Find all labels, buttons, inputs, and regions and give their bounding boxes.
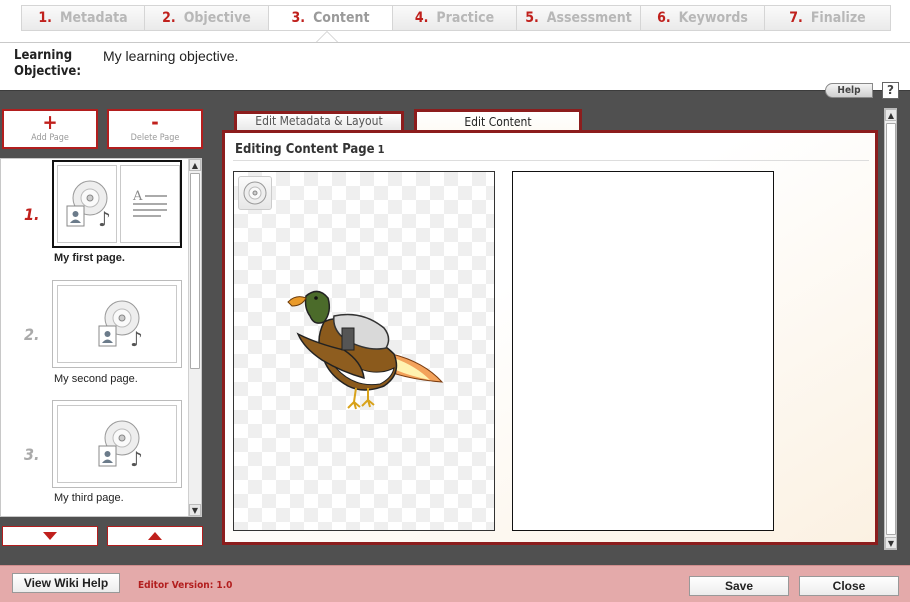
text-thumbnail: A: [120, 165, 180, 243]
media-icon: ♪: [98, 420, 143, 471]
page-number: 2.: [24, 325, 40, 344]
scrollbar-thumb[interactable]: [190, 173, 200, 369]
objective-label: Learning Objective:: [14, 48, 82, 79]
step-number: 5.: [525, 10, 539, 26]
step-label: Content: [313, 10, 370, 26]
page-list-scrollbar[interactable]: ▲ ▼: [188, 159, 201, 516]
text-content-area[interactable]: [512, 171, 774, 531]
delete-page-label: Delete Page: [130, 133, 180, 143]
step-tabs: 1. Metadata 2. Objective 3. Content 4. Pract…: [21, 5, 891, 31]
scroll-up-arrow-icon[interactable]: ▲: [189, 159, 201, 171]
save-button[interactable]: Save: [689, 576, 789, 596]
page-thumbnail-1[interactable]: ♪ A: [52, 160, 182, 248]
step-content[interactable]: 3. Content: [269, 5, 393, 31]
help-button[interactable]: Help: [825, 83, 873, 98]
step-number: 3.: [291, 10, 306, 26]
page-title: My second page.: [54, 373, 138, 385]
step-label: Assessment: [546, 10, 632, 26]
delete-page-button[interactable]: - Delete Page: [107, 109, 203, 149]
svg-text:♪: ♪: [130, 327, 143, 351]
step-label: Objective: [183, 10, 251, 26]
step-objective[interactable]: 2. Objective: [145, 5, 269, 31]
help-question-icon[interactable]: ?: [882, 82, 899, 99]
page-title: My first page.: [54, 252, 125, 264]
content-editor-panel: Editing Content Page 1: [222, 130, 878, 545]
page-title: My third page.: [54, 492, 124, 504]
step-number: 6.: [657, 10, 671, 26]
view-wiki-help-button[interactable]: View Wiki Help: [12, 573, 120, 593]
active-step-indicator: [316, 31, 338, 42]
media-cd-icon[interactable]: [238, 176, 272, 210]
step-label: Practice: [436, 10, 495, 26]
heading-divider: [233, 160, 869, 161]
media-icon: ♪: [98, 300, 143, 351]
svg-text:A: A: [132, 189, 143, 204]
page-list: 1. ♪ A My first page. 2. ♪ My second pag…: [0, 158, 202, 517]
scroll-up-arrow-icon[interactable]: ▲: [885, 109, 897, 121]
page-thumbnail-3[interactable]: ♪: [52, 400, 182, 488]
step-metadata[interactable]: 1. Metadata: [21, 5, 145, 31]
step-practice[interactable]: 4. Practice: [393, 5, 517, 31]
objective-bar: Learning Objective: My learning objectiv…: [0, 43, 910, 90]
step-number: 4.: [414, 10, 429, 26]
duck-image: [287, 290, 444, 410]
media-icon: ♪: [66, 180, 111, 231]
text-icon: A: [132, 189, 167, 217]
media-drop-area[interactable]: [233, 171, 495, 531]
move-page-up-button[interactable]: [107, 526, 203, 546]
objective-text: My learning objective.: [103, 48, 239, 64]
editor-version: Editor Version: 1.0: [138, 580, 233, 591]
scrollbar-thumb[interactable]: [886, 123, 896, 535]
step-number: 7.: [789, 10, 803, 26]
scroll-down-arrow-icon[interactable]: ▼: [189, 504, 201, 516]
media-thumbnail: ♪: [57, 165, 117, 243]
step-finalize[interactable]: 7. Finalize: [765, 5, 891, 31]
content-page-heading: Editing Content Page 1: [235, 142, 385, 157]
step-navigation-bar: 1. Metadata 2. Objective 3. Content 4. Pract…: [0, 0, 910, 43]
page-number: 1.: [24, 205, 40, 224]
plus-icon: +: [42, 110, 58, 134]
add-page-label: Add Page: [31, 133, 69, 143]
footer-bar: View Wiki Help Editor Version: 1.0 Save …: [0, 565, 910, 602]
media-thumbnail: ♪: [57, 405, 177, 483]
media-thumbnail: ♪: [57, 285, 177, 363]
step-number: 1.: [38, 10, 52, 26]
step-assessment[interactable]: 5. Assessment: [517, 5, 641, 31]
step-keywords[interactable]: 6. Keywords: [641, 5, 765, 31]
svg-text:♪: ♪: [98, 207, 111, 231]
step-number: 2.: [162, 10, 176, 26]
up-arrow-icon: [148, 532, 162, 540]
step-label: Finalize: [810, 10, 866, 26]
down-arrow-icon: [43, 532, 57, 540]
main-scrollbar[interactable]: ▲ ▼: [884, 108, 897, 550]
content-page-title: Editing Content Page: [235, 142, 375, 157]
cd-icon: [243, 181, 267, 205]
page-number: 3.: [24, 445, 40, 464]
scroll-down-arrow-icon[interactable]: ▼: [885, 537, 897, 549]
minus-icon: -: [151, 110, 159, 134]
step-label: Keywords: [678, 10, 748, 26]
close-button[interactable]: Close: [799, 576, 899, 596]
add-page-button[interactable]: + Add Page: [2, 109, 98, 149]
move-page-down-button[interactable]: [2, 526, 98, 546]
content-page-number: 1: [377, 143, 385, 156]
svg-text:♪: ♪: [130, 447, 143, 471]
page-thumbnail-2[interactable]: ♪: [52, 280, 182, 368]
step-label: Metadata: [59, 10, 128, 26]
tab-edit-metadata-layout[interactable]: Edit Metadata & Layout: [234, 111, 404, 130]
